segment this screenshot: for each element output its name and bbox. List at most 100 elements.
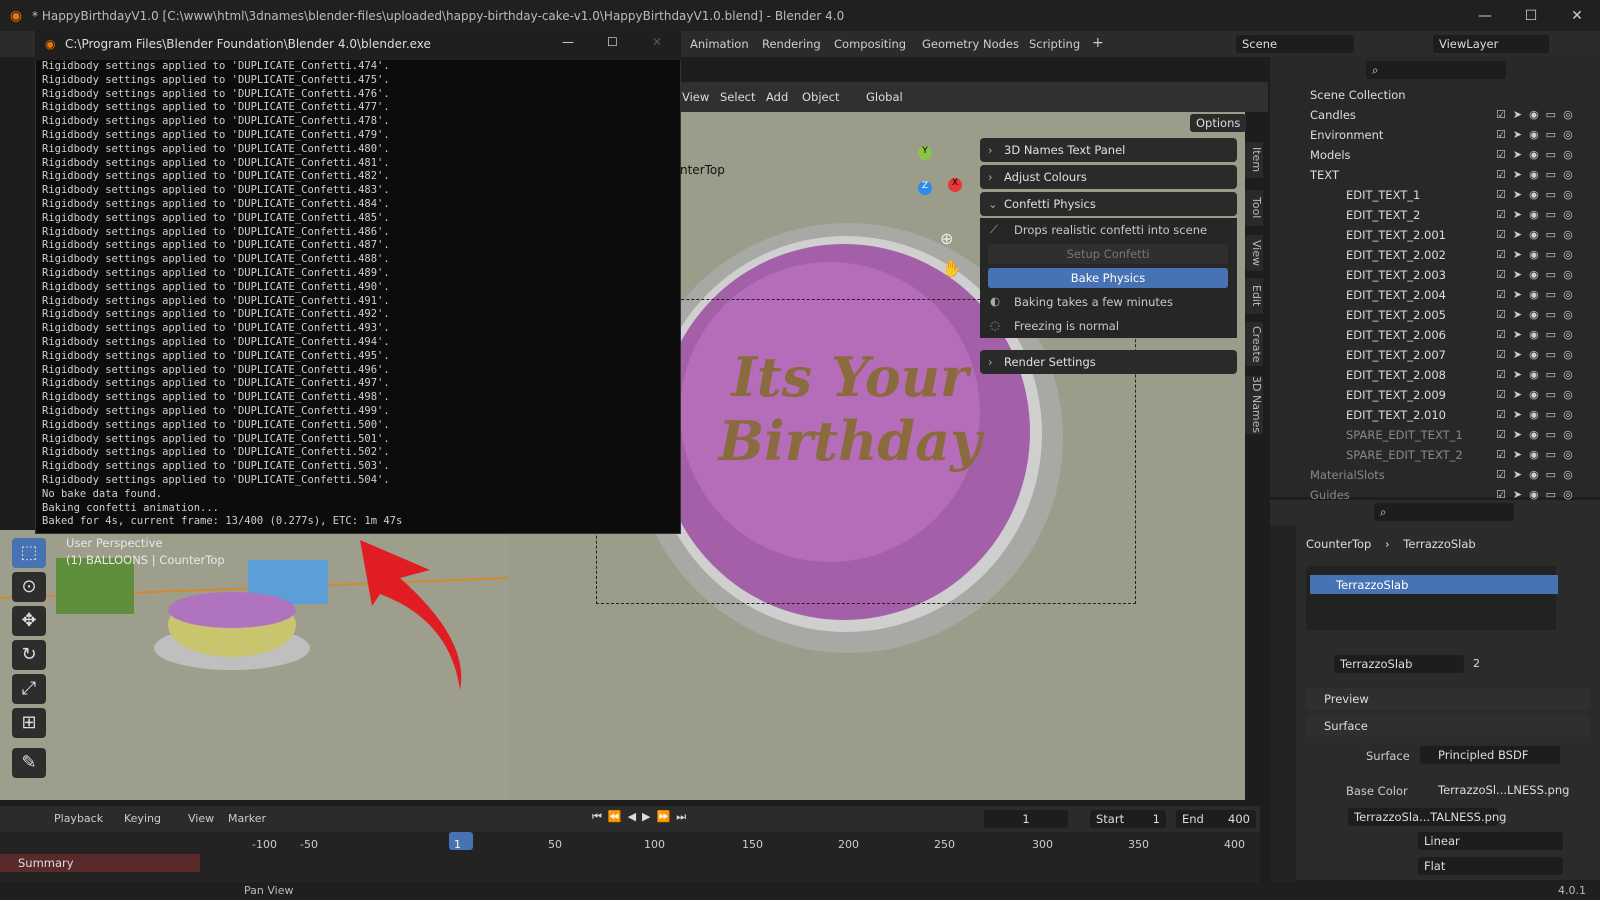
outliner-row[interactable]: Models ☑➤◉▭◎ — [1270, 145, 1600, 165]
outliner-row[interactable]: EDIT_TEXT_1 ☑➤◉▭◎ — [1270, 185, 1600, 205]
section-render-settings[interactable]: › Render Settings — [980, 350, 1237, 374]
section-confetti-physics[interactable]: ⌄ Confetti Physics — [980, 192, 1237, 216]
maximize-button[interactable]: ☐ — [1508, 8, 1554, 24]
preview-section[interactable]: Preview — [1306, 688, 1590, 710]
tab-animation[interactable]: Animation — [690, 37, 749, 51]
outliner-row[interactable]: EDIT_TEXT_2.002 ☑➤◉▭◎ — [1270, 245, 1600, 265]
outliner-row[interactable]: EDIT_TEXT_2.005 ☑➤◉▭◎ — [1270, 305, 1600, 325]
outliner-row[interactable]: EDIT_TEXT_2.007 ☑➤◉▭◎ — [1270, 345, 1600, 365]
visibility-icons[interactable]: ☑➤◉▭◎ — [1496, 448, 1580, 461]
pan-hand-icon[interactable]: ✋ — [942, 259, 962, 278]
visibility-icons[interactable]: ☑➤◉▭◎ — [1496, 168, 1580, 181]
setup-confetti-button[interactable]: Setup Confetti — [988, 244, 1228, 264]
tab-edit[interactable]: Edit — [1245, 278, 1263, 314]
outliner-row[interactable]: EDIT_TEXT_2.008 ☑➤◉▭◎ — [1270, 365, 1600, 385]
outliner-row[interactable]: EDIT_TEXT_2 ☑➤◉▭◎ — [1270, 205, 1600, 225]
outliner-row[interactable]: EDIT_TEXT_2.006 ☑➤◉▭◎ — [1270, 325, 1600, 345]
options-dropdown[interactable]: Options — [1190, 114, 1246, 132]
outliner-row[interactable]: TEXT ☑➤◉▭◎ — [1270, 165, 1600, 185]
minimize-button[interactable]: — — [1462, 8, 1508, 24]
annotate-tool-icon[interactable]: ✎ — [12, 748, 46, 778]
breadcrumb-object[interactable]: CounterTop — [1306, 537, 1371, 551]
visibility-icons[interactable]: ☑➤◉▭◎ — [1496, 348, 1580, 361]
visibility-icons[interactable]: ☑➤◉▭◎ — [1496, 388, 1580, 401]
close-button[interactable]: ✕ — [1554, 8, 1600, 24]
scale-tool-icon[interactable]: ⤢ — [12, 674, 46, 704]
visibility-icons[interactable]: ☑➤◉▭◎ — [1496, 208, 1580, 221]
cursor-tool-icon[interactable]: ⊙ — [12, 572, 46, 602]
playback-controls[interactable]: ⏮⏪◀▶⏩⏭ — [592, 810, 692, 824]
tab-3d-names[interactable]: 3D Names — [1245, 376, 1263, 434]
bake-physics-button[interactable]: Bake Physics — [988, 268, 1228, 288]
visibility-icons[interactable]: ☑➤◉▭◎ — [1496, 148, 1580, 161]
menu-select[interactable]: Select — [720, 90, 755, 104]
material-users-count[interactable]: 2 — [1473, 657, 1480, 670]
visibility-icons[interactable]: ☑➤◉▭◎ — [1496, 328, 1580, 341]
marker-menu[interactable]: Marker — [228, 812, 266, 825]
base-color-texture-field[interactable]: TerrazzoSl...LNESS.png — [1420, 781, 1580, 799]
select-tool-icon[interactable]: ⬚ — [12, 538, 46, 568]
view-layer-selector[interactable]: ViewLayer — [1433, 35, 1549, 53]
end-frame-field[interactable]: End 400 — [1176, 810, 1256, 828]
outliner-row[interactable]: EDIT_TEXT_2.001 ☑➤◉▭◎ — [1270, 225, 1600, 245]
interpolation-dropdown[interactable]: Linear — [1418, 832, 1563, 850]
move-tool-icon[interactable]: ✥ — [12, 606, 46, 636]
section-3d-names[interactable]: › 3D Names Text Panel — [980, 138, 1237, 162]
material-name-field[interactable]: TerrazzoSlab — [1334, 655, 1464, 673]
outliner-row[interactable]: Environment ☑➤◉▭◎ — [1270, 125, 1600, 145]
start-frame-field[interactable]: Start 1 — [1090, 810, 1166, 828]
material-slot-item[interactable]: TerrazzoSlab — [1310, 575, 1558, 594]
section-adjust-colours[interactable]: › Adjust Colours — [980, 165, 1237, 189]
console-minimize-button[interactable]: — — [562, 35, 574, 49]
properties-search-input[interactable]: ⌕ — [1374, 503, 1514, 521]
menu-view[interactable]: View — [682, 90, 709, 104]
menu-add[interactable]: Add — [766, 90, 788, 104]
tab-scripting[interactable]: Scripting — [1029, 37, 1080, 51]
tab-create[interactable]: Create — [1245, 322, 1263, 366]
console-close-button[interactable]: ✕ — [652, 35, 662, 49]
outliner-row[interactable]: Candles ☑➤◉▭◎ — [1270, 105, 1600, 125]
gizmo-x-icon[interactable]: X — [948, 178, 962, 192]
visibility-icons[interactable]: ☑➤◉▭◎ — [1496, 228, 1580, 241]
visibility-icons[interactable]: ☑➤◉▭◎ — [1496, 128, 1580, 141]
transform-tool-icon[interactable]: ⊞ — [12, 708, 46, 738]
playback-menu[interactable]: Playback — [54, 812, 103, 825]
projection-dropdown[interactable]: Flat — [1418, 857, 1563, 875]
tab-item[interactable]: Item — [1245, 142, 1263, 178]
gizmo-z-icon[interactable]: Z — [918, 181, 932, 195]
outliner-row[interactable]: SPARE_EDIT_TEXT_1 ☑➤◉▭◎ — [1270, 425, 1600, 445]
tab-compositing[interactable]: Compositing — [834, 37, 906, 51]
tab-tool[interactable]: Tool — [1245, 190, 1263, 226]
visibility-icons[interactable]: ☑➤◉▭◎ — [1496, 368, 1580, 381]
visibility-icons[interactable]: ☑➤◉▭◎ — [1496, 428, 1580, 441]
rotate-tool-icon[interactable]: ↻ — [12, 640, 46, 670]
keying-menu[interactable]: Keying — [124, 812, 161, 825]
orientation-dropdown[interactable]: Global — [866, 90, 903, 104]
playhead[interactable] — [449, 832, 473, 850]
console-maximize-button[interactable]: ☐ — [607, 35, 618, 49]
visibility-icons[interactable]: ☑➤◉▭◎ — [1496, 308, 1580, 321]
outliner-row[interactable]: EDIT_TEXT_2.010 ☑➤◉▭◎ — [1270, 405, 1600, 425]
outliner-row[interactable]: MaterialSlots ☑➤◉▭◎ — [1270, 465, 1600, 485]
image-name-field[interactable]: TerrazzoSla...TALNESS.png — [1348, 808, 1506, 826]
tab-geometry-nodes[interactable]: Geometry Nodes — [922, 37, 1019, 51]
tab-rendering[interactable]: Rendering — [762, 37, 821, 51]
outliner-row[interactable]: SPARE_EDIT_TEXT_2 ☑➤◉▭◎ — [1270, 445, 1600, 465]
outliner-search-input[interactable]: ⌕ — [1366, 61, 1506, 79]
visibility-icons[interactable]: ☑➤◉▭◎ — [1496, 248, 1580, 261]
current-frame-field[interactable]: 1 — [984, 810, 1068, 828]
outliner-row[interactable]: EDIT_TEXT_2.003 ☑➤◉▭◎ — [1270, 265, 1600, 285]
visibility-icons[interactable]: ☑➤◉▭◎ — [1496, 408, 1580, 421]
add-workspace-icon[interactable]: + — [1092, 35, 1104, 51]
menu-object[interactable]: Object — [802, 90, 839, 104]
view-menu[interactable]: View — [188, 812, 214, 825]
tab-view[interactable]: View — [1245, 235, 1263, 271]
visibility-icons[interactable]: ☑➤◉▭◎ — [1496, 188, 1580, 201]
outliner-row[interactable]: EDIT_TEXT_2.009 ☑➤◉▭◎ — [1270, 385, 1600, 405]
gizmo-y-icon[interactable]: Y — [918, 146, 932, 160]
surface-section[interactable]: Surface — [1306, 715, 1590, 737]
visibility-icons[interactable]: ☑➤◉▭◎ — [1496, 468, 1580, 481]
scene-selector[interactable]: Scene — [1236, 35, 1354, 53]
summary-channel[interactable]: Summary — [0, 854, 200, 872]
visibility-icons[interactable]: ☑➤◉▭◎ — [1496, 288, 1580, 301]
